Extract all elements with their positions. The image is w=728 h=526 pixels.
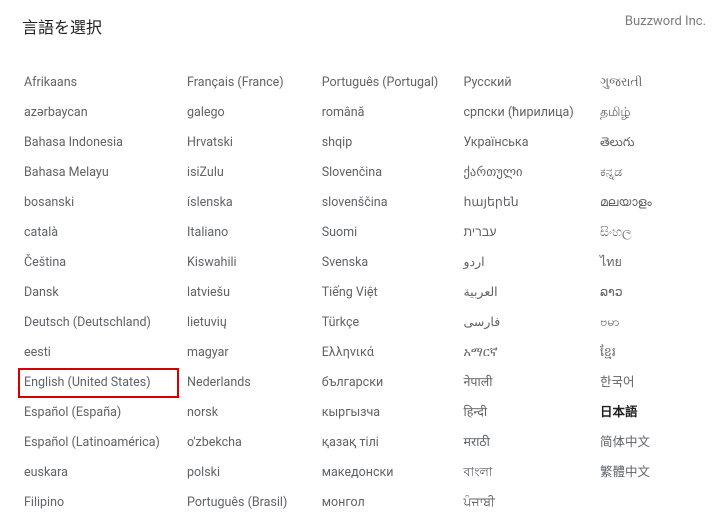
brand-label: Buzzword Inc. (625, 14, 706, 29)
language-option[interactable]: o'zbekcha (187, 428, 322, 458)
language-option[interactable]: қазақ тілі (322, 428, 464, 458)
language-option[interactable]: bosanski (24, 188, 187, 218)
language-column: ગુજરાતીதமிழ்తెలుగుಕನ್ನಡമലയാളംසිංහලไทยລາວ… (600, 68, 724, 518)
language-option[interactable]: монгол (322, 488, 464, 518)
language-option[interactable]: Afrikaans (24, 68, 187, 98)
language-option[interactable]: Nederlands (187, 368, 322, 398)
language-option[interactable]: հայերեն (463, 188, 599, 218)
language-option[interactable]: ગુજરાતી (600, 68, 724, 98)
language-option[interactable]: български (322, 368, 464, 398)
language-option[interactable]: кыргызча (322, 398, 464, 428)
language-option[interactable]: српски (ћирилица) (463, 98, 599, 128)
language-option[interactable]: नेपाली (463, 368, 599, 398)
language-option[interactable]: 한국어 (600, 368, 724, 398)
language-option[interactable]: Português (Portugal) (322, 68, 464, 98)
language-option[interactable]: ಕನ್ನಡ (600, 158, 724, 188)
language-option[interactable]: አማርኛ (463, 338, 599, 368)
page-title: 言語を選択 (22, 14, 102, 38)
language-option[interactable]: ລາວ (600, 278, 724, 308)
language-option[interactable]: Español (Latinoamérica) (24, 428, 187, 458)
language-columns: AfrikaansazərbaycanBahasa IndonesiaBahas… (0, 42, 728, 518)
language-option[interactable]: हिन्दी (463, 398, 599, 428)
language-option[interactable]: ខ្មែរ (600, 338, 724, 368)
language-option[interactable]: Filipino (24, 488, 187, 518)
language-option[interactable]: Kiswahili (187, 248, 322, 278)
language-option[interactable]: فارسی (463, 308, 599, 338)
language-option[interactable]: ਪੰਜਾਬੀ (463, 488, 599, 518)
language-option[interactable]: Italiano (187, 218, 322, 248)
language-option[interactable]: Čeština (24, 248, 187, 278)
language-option[interactable]: Hrvatski (187, 128, 322, 158)
language-option[interactable]: اردو (463, 248, 599, 278)
language-column: Русскийсрпски (ћирилица)Українськаქართულ… (463, 68, 599, 518)
language-option[interactable]: Français (France) (187, 68, 322, 98)
language-option[interactable]: தமிழ் (600, 98, 724, 128)
language-option[interactable]: ไทย (600, 248, 724, 278)
language-option[interactable]: العربية (463, 278, 599, 308)
language-option[interactable]: Tiếng Việt (322, 278, 464, 308)
language-option[interactable]: eesti (24, 338, 187, 368)
language-option[interactable]: ქართული (463, 158, 599, 188)
language-option[interactable]: සිංහල (600, 218, 724, 248)
language-option[interactable]: Dansk (24, 278, 187, 308)
language-option[interactable]: Bahasa Indonesia (24, 128, 187, 158)
language-option[interactable]: Español (España) (24, 398, 187, 428)
language-option[interactable]: 简体中文 (600, 428, 724, 458)
language-option[interactable]: বাংলা (463, 458, 599, 488)
language-option[interactable]: Русский (463, 68, 599, 98)
language-column: Português (Portugal)românăshqipSlovenčin… (322, 68, 464, 518)
language-option[interactable]: azərbaycan (24, 98, 187, 128)
language-option[interactable]: తెలుగు (600, 128, 724, 158)
language-column: Français (France)galegoHrvatskiisiZuluís… (187, 68, 322, 518)
language-option[interactable]: Deutsch (Deutschland) (24, 308, 187, 338)
language-option[interactable]: Українська (463, 128, 599, 158)
language-option[interactable]: magyar (187, 338, 322, 368)
language-option[interactable]: עברית (463, 218, 599, 248)
language-option[interactable]: slovenščina (322, 188, 464, 218)
language-option[interactable]: English (United States) (18, 368, 179, 398)
language-option[interactable]: Slovenčina (322, 158, 464, 188)
language-option[interactable]: lietuvių (187, 308, 322, 338)
language-column: AfrikaansazərbaycanBahasa IndonesiaBahas… (24, 68, 187, 518)
language-option[interactable]: norsk (187, 398, 322, 428)
language-option[interactable]: galego (187, 98, 322, 128)
header: 言語を選択 Buzzword Inc. (0, 0, 728, 42)
language-option[interactable]: 日本語 (600, 398, 724, 428)
language-option[interactable]: isiZulu (187, 158, 322, 188)
language-option[interactable]: shqip (322, 128, 464, 158)
language-option[interactable]: català (24, 218, 187, 248)
language-option[interactable]: मराठी (463, 428, 599, 458)
language-option[interactable]: română (322, 98, 464, 128)
language-option[interactable]: Suomi (322, 218, 464, 248)
language-option[interactable]: Ελληνικά (322, 338, 464, 368)
language-option[interactable]: Svenska (322, 248, 464, 278)
language-option[interactable]: Português (Brasil) (187, 488, 322, 518)
language-option[interactable]: македонски (322, 458, 464, 488)
language-option[interactable]: Türkçe (322, 308, 464, 338)
language-option[interactable]: polski (187, 458, 322, 488)
language-option[interactable]: latviešu (187, 278, 322, 308)
language-option[interactable]: Bahasa Melayu (24, 158, 187, 188)
language-option[interactable]: 繁體中文 (600, 458, 724, 488)
language-option[interactable]: ဗမာ (600, 308, 724, 338)
language-option[interactable]: íslenska (187, 188, 322, 218)
language-option[interactable]: മലയാളം (600, 188, 724, 218)
language-option[interactable]: euskara (24, 458, 187, 488)
